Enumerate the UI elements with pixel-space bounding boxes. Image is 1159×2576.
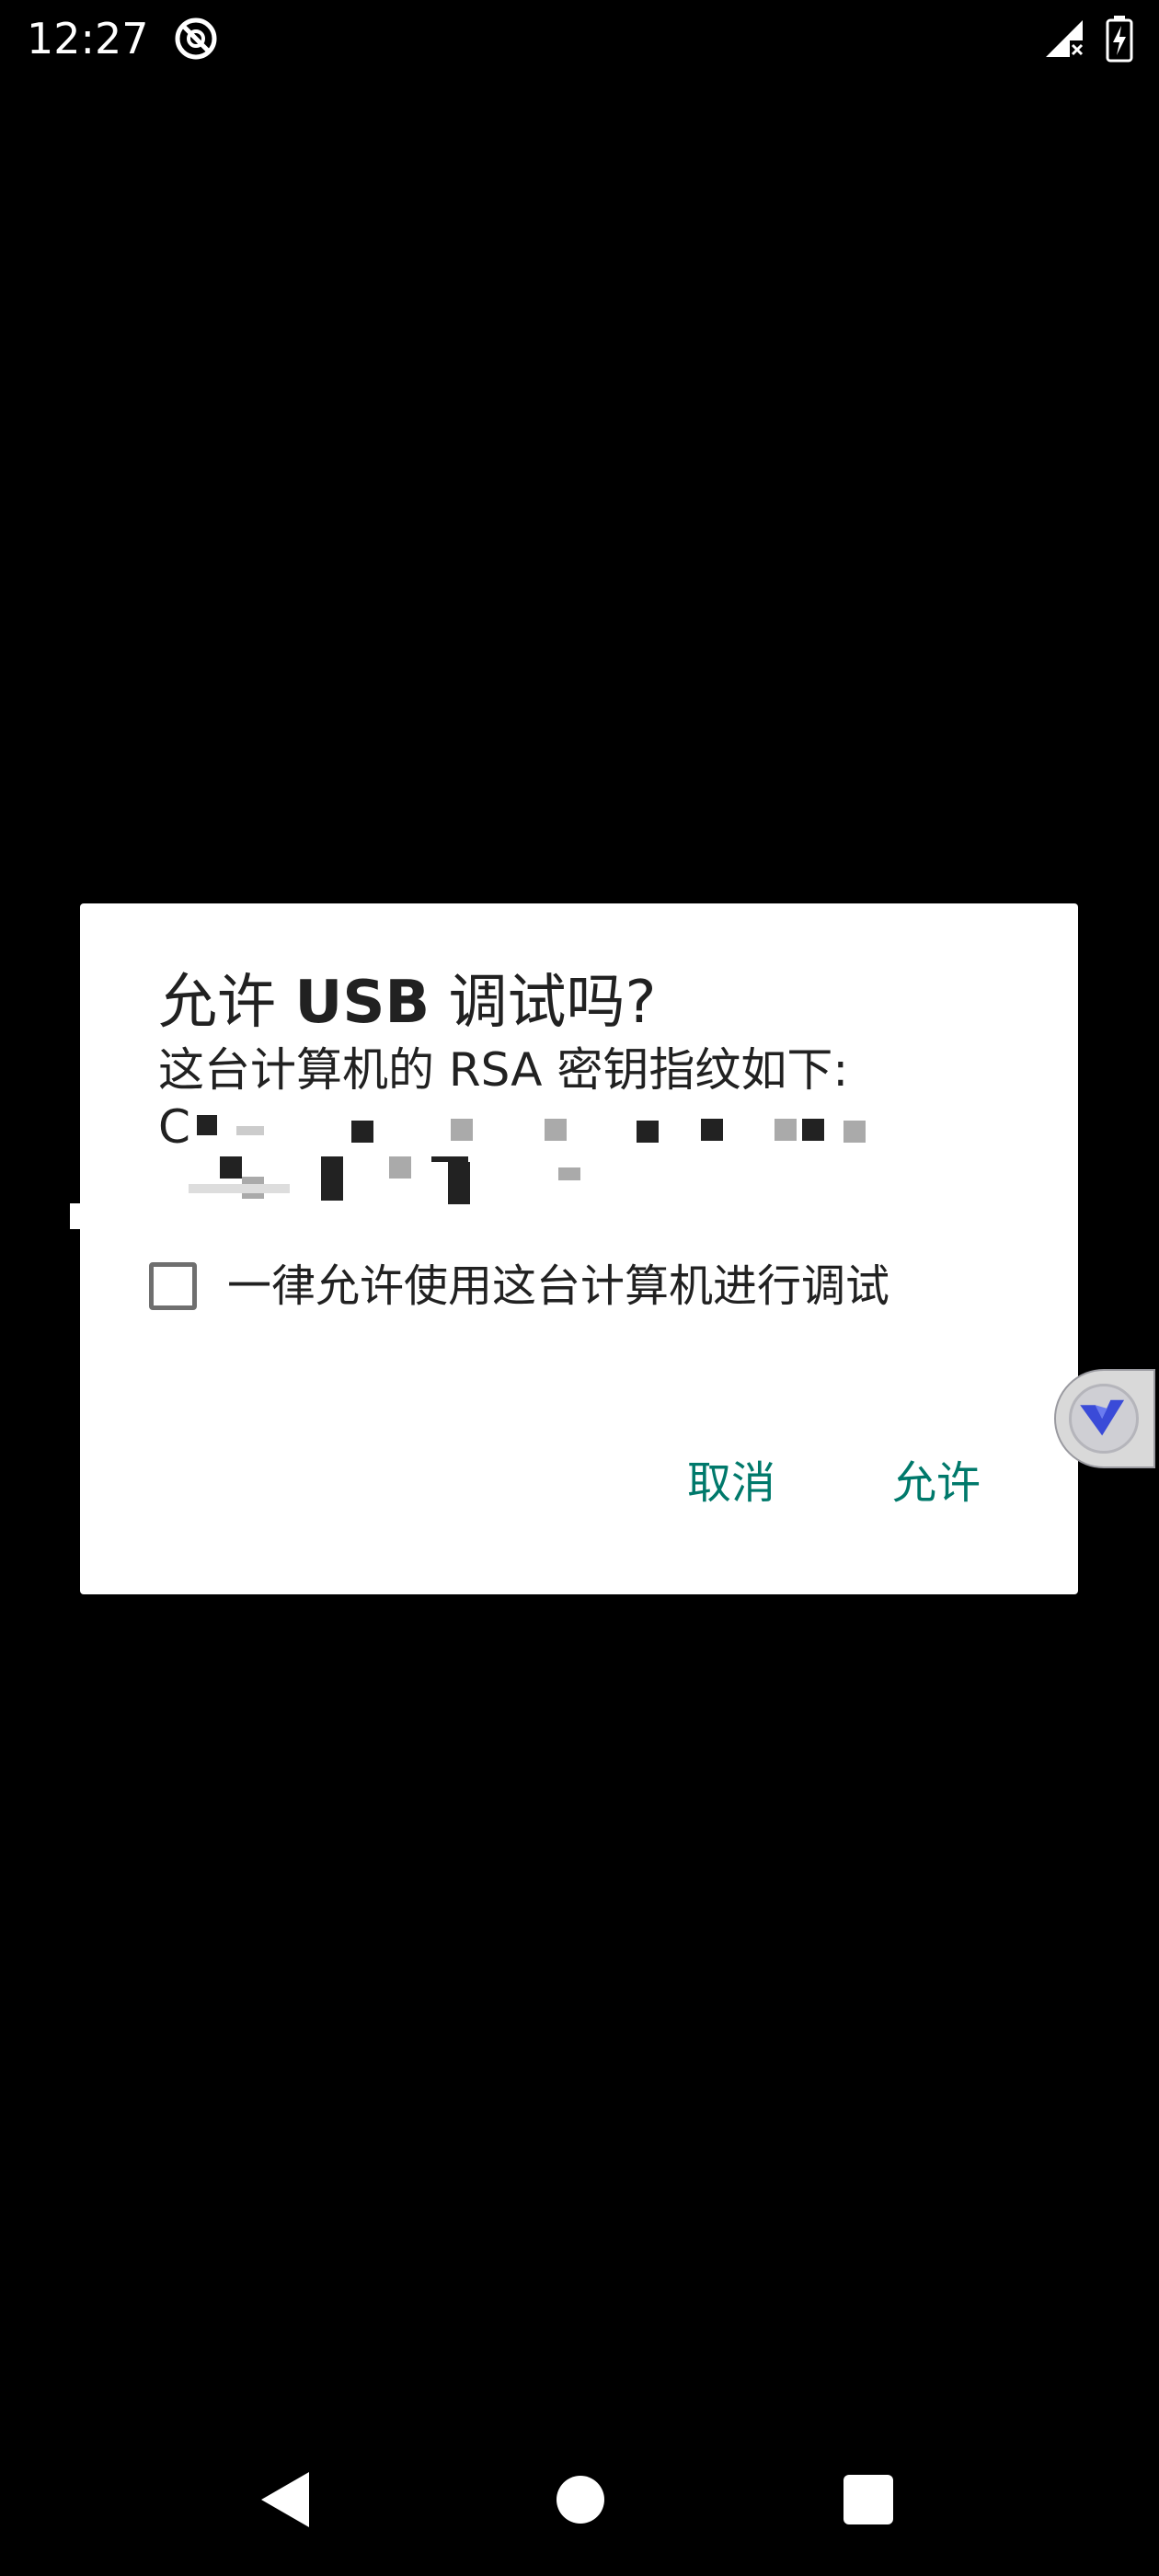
cancel-button[interactable]: 取消 <box>687 1455 775 1511</box>
redaction-block <box>220 1156 242 1179</box>
redaction-block <box>558 1167 580 1180</box>
redaction-block <box>701 1119 723 1141</box>
back-icon[interactable] <box>259 2470 311 2529</box>
redaction-block <box>451 1119 473 1141</box>
floating-button-inner <box>1069 1384 1139 1454</box>
redaction-block <box>389 1156 411 1179</box>
redaction-block <box>321 1156 343 1201</box>
always-allow-label[interactable]: 一律允许使用这台计算机进行调试 <box>227 1259 889 1314</box>
redaction-block <box>197 1115 217 1135</box>
title-usb: USB <box>294 969 430 1037</box>
dialog-message: 这台计算机的 RSA 密钥指纹如下: <box>158 1043 849 1097</box>
redaction-block <box>236 1126 264 1135</box>
redaction-block <box>545 1119 567 1141</box>
vpn-app-icon <box>175 17 217 60</box>
battery-charging-icon <box>1106 16 1133 63</box>
redaction-block <box>802 1119 824 1141</box>
status-time: 12:27 <box>27 14 149 63</box>
status-bar: 12:27 <box>0 0 1159 77</box>
redaction-block <box>843 1121 866 1143</box>
title-suffix: 调试吗? <box>430 969 657 1037</box>
signal-no-sim-icon <box>1046 20 1084 57</box>
rsa-fingerprint: C <box>158 1098 986 1156</box>
rsa-fingerprint-line2 <box>181 1156 733 1213</box>
redaction-block <box>448 1162 470 1204</box>
always-allow-checkbox[interactable] <box>149 1262 197 1310</box>
home-icon[interactable] <box>557 2476 604 2524</box>
fingerprint-visible-text: C <box>158 1100 190 1154</box>
floating-assistant-button[interactable] <box>1054 1369 1155 1468</box>
dialog-title: 允许 USB 调试吗? <box>158 966 657 1040</box>
redaction-block <box>189 1184 290 1193</box>
title-prefix: 允许 <box>158 969 295 1037</box>
redaction-block <box>351 1121 373 1143</box>
allow-button[interactable]: 允许 <box>892 1455 981 1511</box>
redaction-block <box>637 1121 659 1143</box>
usb-debugging-dialog: 允许 USB 调试吗? 这台计算机的 RSA 密钥指纹如下: C 一律允许使用这… <box>80 903 1078 1594</box>
v-logo-icon <box>1080 1399 1125 1436</box>
redaction-block <box>775 1119 797 1141</box>
recents-icon[interactable] <box>843 2475 893 2524</box>
edge-artifact <box>70 1203 85 1229</box>
